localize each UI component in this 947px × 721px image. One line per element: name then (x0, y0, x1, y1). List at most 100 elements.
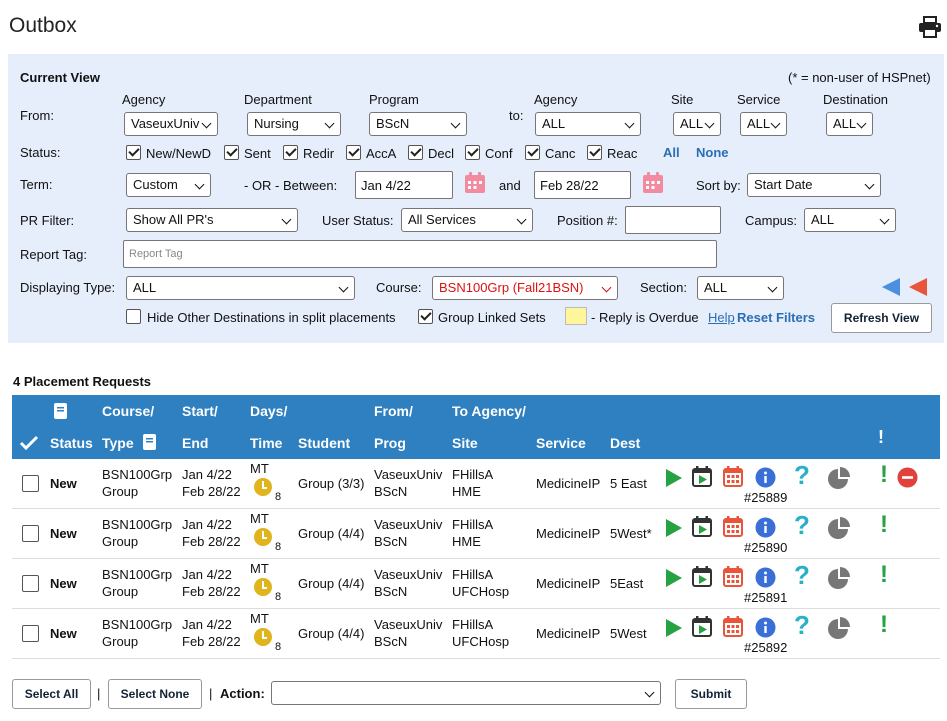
status-redir-label: Redir (303, 146, 335, 161)
help-icon[interactable]: ? (794, 511, 810, 539)
print-icon[interactable] (918, 16, 942, 38)
end-date-input[interactable]: Feb 28/22 (534, 171, 631, 199)
col-time[interactable]: Time (250, 435, 282, 451)
info-icon[interactable] (755, 617, 776, 638)
select-none-button[interactable]: Select None (108, 679, 202, 709)
arrow-left-red-icon[interactable] (907, 277, 929, 297)
course-select[interactable]: BSN100Grp (Fall21BSN) (432, 276, 618, 300)
calendar-icon[interactable] (722, 516, 744, 538)
col-student[interactable]: Student (298, 435, 350, 451)
col-status[interactable]: Status (50, 435, 93, 451)
schedule-play-icon[interactable] (691, 516, 713, 538)
row-checkbox[interactable] (22, 475, 39, 492)
status-all-link[interactable]: All (663, 145, 680, 160)
row-student[interactable]: Group (4/4) (298, 575, 364, 592)
row-student[interactable]: Group (4/4) (298, 525, 364, 542)
term-select[interactable]: Custom (126, 173, 211, 197)
user-status-select[interactable]: All Services (401, 208, 533, 232)
row-end: Feb 28/22 (182, 534, 241, 549)
reset-filters-link[interactable]: Reset Filters (737, 310, 815, 325)
position-input[interactable] (625, 206, 721, 234)
hide-other-checkbox[interactable] (126, 309, 141, 324)
agency-select[interactable]: VaseuxUniv (124, 112, 218, 136)
end-calendar-icon[interactable] (642, 172, 664, 194)
pr-filter-select[interactable]: Show All PR's (126, 208, 298, 232)
submit-button[interactable]: Submit (675, 679, 747, 709)
service-select[interactable]: ALL (740, 112, 787, 136)
play-icon[interactable] (663, 518, 683, 538)
alert-icon[interactable]: ! (880, 561, 888, 589)
status-checkbox-sent[interactable] (224, 145, 239, 160)
play-icon[interactable] (663, 618, 683, 638)
pie-chart-icon[interactable] (827, 616, 851, 640)
row-student[interactable]: Group (4/4) (298, 625, 364, 642)
alert-icon[interactable]: ! (880, 461, 888, 489)
row-request-id[interactable]: #25891 (744, 589, 787, 606)
row-request-id[interactable]: #25890 (744, 539, 787, 556)
row-checkbox[interactable] (22, 625, 39, 642)
non-user-note: (* = non-user of HSPnet) (788, 70, 931, 85)
status-checkbox-acca[interactable] (346, 145, 361, 160)
col-dest[interactable]: Dest (610, 435, 640, 451)
row-student[interactable]: Group (3/3) (298, 475, 364, 492)
calendar-icon[interactable] (722, 616, 744, 638)
program-select[interactable]: BScN (369, 112, 467, 136)
report-tag-input[interactable]: Report Tag (123, 240, 717, 268)
sortby-select[interactable]: Start Date (747, 173, 881, 197)
help-icon[interactable]: ? (794, 611, 810, 639)
site-select[interactable]: ALL (673, 112, 721, 136)
row-request-id[interactable]: #25889 (744, 489, 787, 506)
to-agency-select[interactable]: ALL (535, 112, 641, 136)
action-select[interactable] (271, 681, 661, 705)
campus-select[interactable]: ALL (804, 208, 896, 232)
status-none-link[interactable]: None (696, 145, 729, 160)
calendar-icon[interactable] (722, 566, 744, 588)
help-icon[interactable]: ? (794, 561, 810, 589)
col-course-bottom[interactable]: Type (102, 435, 134, 451)
delete-icon[interactable] (897, 467, 918, 488)
col-prog[interactable]: Prog (374, 435, 406, 451)
schedule-play-icon[interactable] (691, 616, 713, 638)
info-icon[interactable] (755, 567, 776, 588)
destination-select[interactable]: ALL (826, 112, 873, 136)
row-course: BSN100Grp (102, 517, 173, 532)
help-icon[interactable]: ? (794, 461, 810, 489)
col-site[interactable]: Site (452, 435, 478, 451)
play-icon[interactable] (663, 568, 683, 588)
start-calendar-icon[interactable] (464, 172, 486, 194)
department-select[interactable]: Nursing (247, 112, 341, 136)
arrow-left-blue-icon[interactable] (880, 277, 902, 297)
col-service[interactable]: Service (536, 435, 586, 451)
play-icon[interactable] (663, 468, 683, 488)
row-checkbox[interactable] (22, 525, 39, 542)
status-checkbox-conf[interactable] (465, 145, 480, 160)
status-checkbox-new[interactable] (126, 145, 141, 160)
pie-chart-icon[interactable] (827, 516, 851, 540)
info-icon[interactable] (755, 467, 776, 488)
displaying-type-select[interactable]: ALL (126, 276, 355, 300)
status-checkbox-decl[interactable] (408, 145, 423, 160)
status-checkbox-redir[interactable] (283, 145, 298, 160)
col-end[interactable]: End (182, 435, 208, 451)
pie-chart-icon[interactable] (827, 566, 851, 590)
pie-chart-icon[interactable] (827, 466, 851, 490)
row-type: Group (102, 484, 139, 499)
col-course-top: Course/ (102, 403, 155, 419)
info-icon[interactable] (755, 517, 776, 538)
section-select[interactable]: ALL (697, 276, 784, 300)
help-link[interactable]: Help (708, 310, 735, 325)
status-checkbox-canc[interactable] (525, 145, 540, 160)
start-date-input[interactable]: Jan 4/22 (355, 171, 453, 199)
alert-icon[interactable]: ! (880, 611, 888, 639)
alert-icon[interactable]: ! (880, 511, 888, 539)
group-linked-checkbox[interactable] (418, 309, 433, 324)
calendar-icon[interactable] (722, 466, 744, 488)
select-all-button[interactable]: Select All (12, 679, 91, 709)
select-all-check-icon[interactable] (19, 435, 39, 451)
schedule-play-icon[interactable] (691, 466, 713, 488)
status-checkbox-reac[interactable] (587, 145, 602, 160)
schedule-play-icon[interactable] (691, 566, 713, 588)
row-request-id[interactable]: #25892 (744, 639, 787, 656)
row-checkbox[interactable] (22, 575, 39, 592)
refresh-view-button[interactable]: Refresh View (831, 303, 932, 333)
